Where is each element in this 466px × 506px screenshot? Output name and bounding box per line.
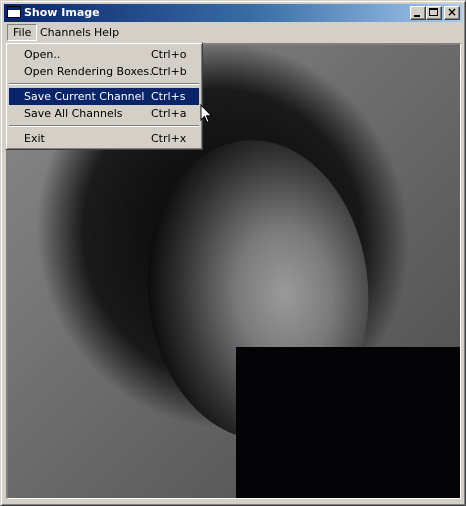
close-button[interactable]: × <box>444 5 460 20</box>
minimize-button[interactable] <box>410 6 426 20</box>
minimize-icon <box>414 15 420 17</box>
menu-item-save-current-channel[interactable]: Save Current Channel Ctrl+s <box>9 88 199 105</box>
menu-separator <box>9 83 199 85</box>
app-icon <box>7 6 21 18</box>
title-bar[interactable]: Show Image × <box>4 4 462 22</box>
menu-item-open[interactable]: Open.. Ctrl+o <box>9 46 199 63</box>
menu-file[interactable]: File <box>7 24 38 41</box>
menu-item-open-rendering-boxes[interactable]: Open Rendering Boxes.. Ctrl+b <box>9 63 199 80</box>
black-rectangle <box>236 347 460 498</box>
menu-item-exit[interactable]: Exit Ctrl+x <box>9 130 199 147</box>
menu-channels[interactable]: Channels <box>35 24 96 41</box>
menu-bar: File Channels Help <box>4 23 462 42</box>
window-title: Show Image <box>24 6 100 19</box>
mouse-pointer-icon <box>200 104 213 124</box>
close-icon: × <box>446 5 458 19</box>
menu-help[interactable]: Help <box>89 24 124 41</box>
maximize-button[interactable] <box>426 6 442 20</box>
maximize-icon <box>429 8 438 16</box>
menu-item-save-all-channels[interactable]: Save All Channels Ctrl+a <box>9 105 199 122</box>
file-menu-dropdown: Open.. Ctrl+o Open Rendering Boxes.. Ctr… <box>5 42 203 150</box>
menu-separator <box>9 125 199 127</box>
show-image-window: Show Image × File Channels Help Open.. C… <box>0 0 466 506</box>
